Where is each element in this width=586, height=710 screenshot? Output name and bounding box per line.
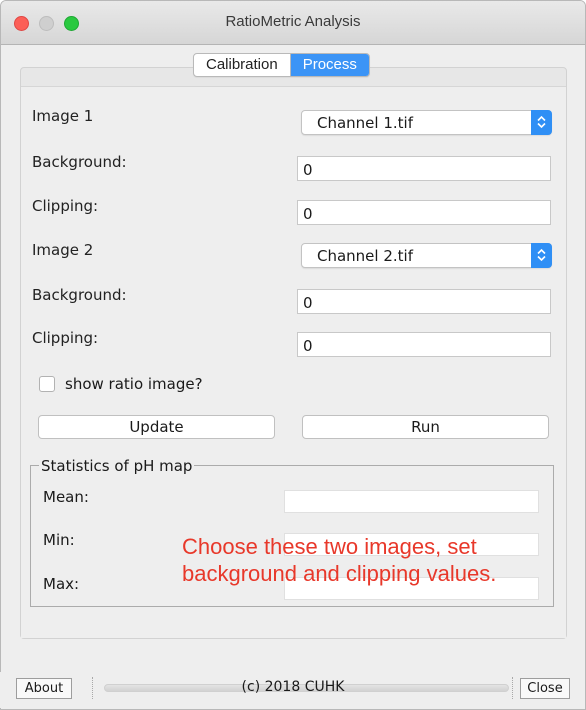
- min-label: Min:: [43, 531, 75, 549]
- image2-background-input[interactable]: 0: [297, 289, 551, 314]
- mean-label: Mean:: [43, 488, 89, 506]
- tab-bar: Calibration Process: [193, 53, 370, 77]
- image2-clipping-input[interactable]: 0: [297, 332, 551, 357]
- run-button[interactable]: Run: [302, 415, 549, 439]
- image1-background-input[interactable]: 0: [297, 156, 551, 181]
- image2-select[interactable]: Channel 2.tif: [301, 243, 552, 268]
- tab-process[interactable]: Process: [290, 54, 369, 76]
- image2-clipping-label: Clipping:: [32, 329, 99, 347]
- annotation-line-2: background and clipping values.: [182, 561, 497, 586]
- image1-select[interactable]: Channel 1.tif: [301, 110, 552, 135]
- image1-selected-value: Channel 1.tif: [317, 114, 413, 132]
- select-stepper-icon[interactable]: [531, 243, 552, 268]
- image1-clipping-label: Clipping:: [32, 197, 99, 215]
- image2-label: Image 2: [32, 241, 94, 259]
- instruction-annotation: Choose these two images, set background …: [182, 533, 572, 587]
- image1-label: Image 1: [32, 107, 94, 125]
- resize-grip-right[interactable]: [512, 677, 516, 699]
- tab-calibration[interactable]: Calibration: [194, 54, 291, 76]
- max-label: Max:: [43, 575, 80, 593]
- show-ratio-checkbox[interactable]: [39, 376, 55, 392]
- image1-background-label: Background:: [32, 153, 127, 171]
- annotation-line-1: Choose these two images, set: [182, 534, 477, 559]
- image2-background-label: Background:: [32, 286, 127, 304]
- title-bar: RatioMetric Analysis: [1, 1, 585, 45]
- select-stepper-icon[interactable]: [531, 110, 552, 135]
- copyright-text: (c) 2018 CUHK: [241, 679, 345, 695]
- statistics-title: Statistics of pH map: [39, 457, 195, 475]
- image2-selected-value: Channel 2.tif: [317, 247, 413, 265]
- window-title: RatioMetric Analysis: [225, 13, 361, 30]
- show-ratio-label[interactable]: show ratio image?: [65, 375, 203, 393]
- update-button[interactable]: Update: [38, 415, 275, 439]
- mean-value-field: [284, 490, 539, 513]
- image1-clipping-input[interactable]: 0: [297, 200, 551, 225]
- close-button[interactable]: Close: [520, 678, 570, 699]
